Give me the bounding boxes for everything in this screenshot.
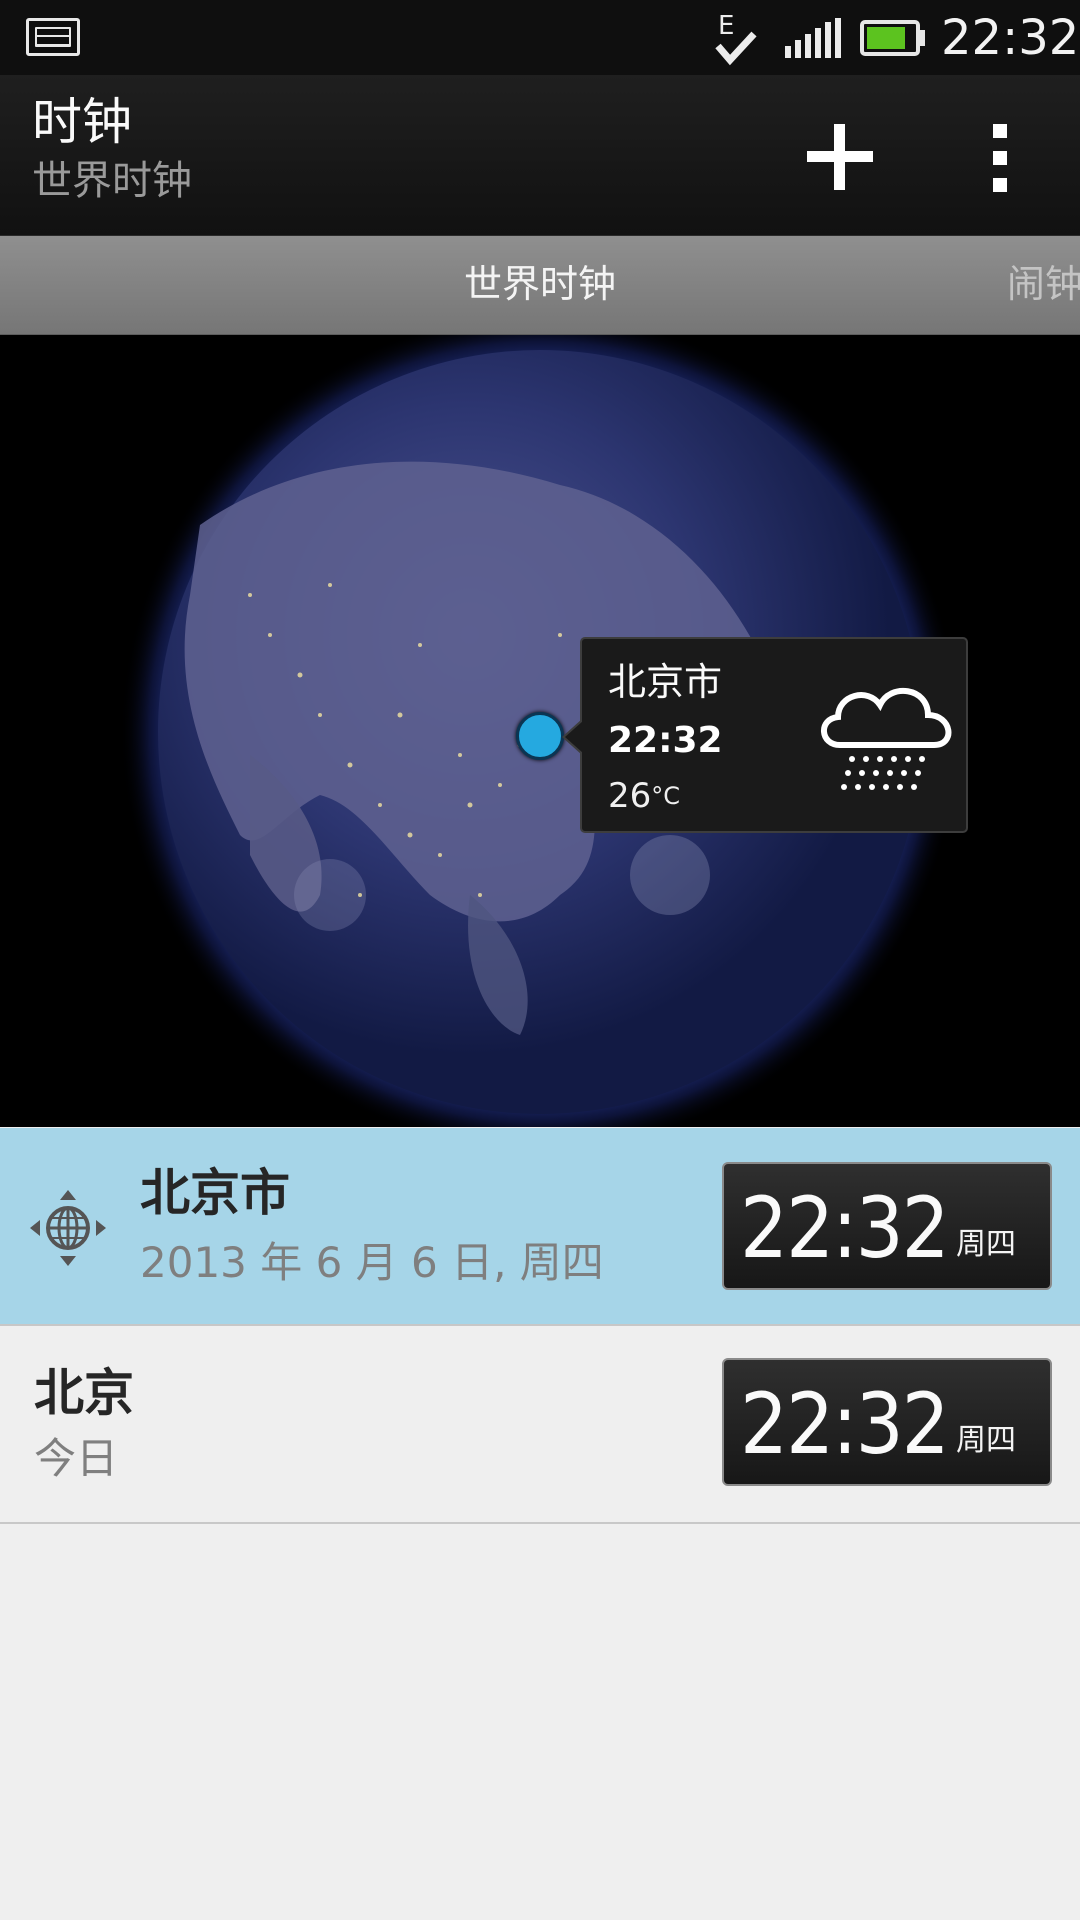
status-bar: E 22:32 [0, 0, 1080, 75]
clock-list-item[interactable]: 北京 今日 22:32 周四 [0, 1326, 1080, 1524]
network-letter: E [718, 11, 734, 41]
city-date: 2013 年 6 月 6 日, 周四 [140, 1238, 604, 1287]
clock-time: 22:32 [740, 1375, 950, 1473]
digital-clock: 22:32 周四 [722, 1162, 1052, 1290]
app-subtitle: 世界时钟 [32, 158, 192, 204]
menu-dot [993, 178, 1007, 192]
status-time: 22:32 [941, 10, 1080, 66]
clock-weekday: 周四 [956, 1423, 1016, 1458]
clock-weekday: 周四 [956, 1227, 1016, 1262]
tab-world-clock[interactable]: 世界时钟 [0, 260, 1080, 308]
city-name: 北京 [34, 1364, 134, 1422]
popup-temperature: 26°C [608, 775, 680, 817]
temperature-value: 26 [608, 776, 652, 816]
popup-city: 北京市 [608, 660, 723, 704]
tab-bar: 世界时钟 闹钟 [0, 236, 1080, 336]
clock-list-item-local[interactable]: 北京市 2013 年 6 月 6 日, 周四 22:32 周四 [0, 1128, 1080, 1326]
popup-time: 22:32 [608, 720, 723, 761]
overflow-menu-button[interactable] [980, 120, 1020, 196]
city-location-pin[interactable] [516, 712, 564, 760]
clock-time: 22:32 [740, 1179, 950, 1277]
tab-alarm[interactable]: 闹钟 [1007, 260, 1080, 308]
signal-icon [785, 18, 841, 58]
city-name: 北京市 [140, 1164, 290, 1222]
temperature-unit: °C [651, 782, 681, 810]
rain-cloud-icon [821, 687, 952, 790]
battery-icon [860, 20, 925, 56]
menu-dot [993, 151, 1007, 165]
data-sync-icon: E [715, 11, 757, 66]
city-date: 今日 [34, 1434, 119, 1483]
app-title: 时钟 [32, 93, 132, 151]
menu-dot [993, 124, 1007, 138]
digital-clock: 22:32 周四 [722, 1358, 1052, 1486]
add-city-button[interactable] [800, 117, 880, 197]
location-globe-icon [30, 1190, 106, 1266]
gallery-icon [26, 18, 80, 56]
action-bar: 时钟 世界时钟 [0, 75, 1080, 236]
city-weather-popup[interactable]: 北京市 22:32 26°C [562, 637, 968, 833]
